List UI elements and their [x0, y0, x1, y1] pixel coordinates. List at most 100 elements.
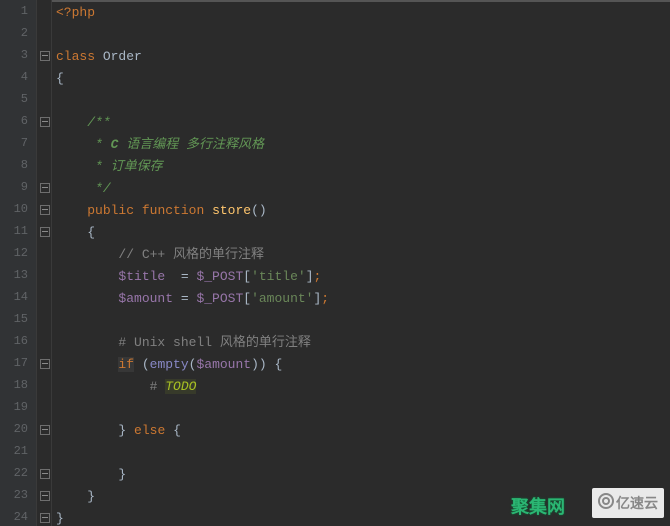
line-number: 18 [0, 374, 28, 396]
code-line: * C 语言编程 多行注释风格 [56, 134, 670, 156]
token-assign: = [173, 291, 196, 306]
code-editor: 123456789101112131415161718192021222324 … [0, 0, 670, 526]
line-number: 9 [0, 176, 28, 198]
code-line: } [56, 486, 670, 508]
fold-marker-icon[interactable] [40, 491, 50, 501]
token-keyword-else: else [134, 423, 165, 438]
token-string: 'amount' [251, 291, 313, 306]
token-comment: // C++ 风格的单行注释 [118, 247, 264, 262]
token-bracket: ] [306, 269, 314, 284]
code-line [56, 398, 670, 420]
line-number: 5 [0, 88, 28, 110]
code-line: $title = $_POST['title']; [56, 266, 670, 288]
fold-marker-icon[interactable] [40, 183, 50, 193]
line-number: 8 [0, 154, 28, 176]
line-number: 21 [0, 440, 28, 462]
token-docblock: */ [87, 181, 110, 196]
token-keyword-class: class [56, 49, 95, 64]
token-string: 'title' [251, 269, 306, 284]
token-brace: { [87, 225, 95, 240]
line-number: 17 [0, 352, 28, 374]
code-line [56, 90, 670, 112]
fold-marker-icon[interactable] [40, 227, 50, 237]
fold-bar [37, 0, 52, 526]
code-area[interactable]: <?php class Order { /** * C 语言编程 多行注释风格 … [52, 0, 670, 526]
code-line: } [56, 508, 670, 526]
fold-marker-icon[interactable] [40, 513, 50, 523]
line-number: 20 [0, 418, 28, 440]
code-line: */ [56, 178, 670, 200]
code-line: if (empty($amount)) { [56, 354, 670, 376]
token-todo: TODO [165, 379, 196, 394]
line-number: 14 [0, 286, 28, 308]
token-semicolon: ; [314, 269, 322, 284]
token-comment: # [150, 379, 166, 394]
code-line: } [56, 464, 670, 486]
fold-marker-icon[interactable] [40, 469, 50, 479]
line-number: 24 [0, 506, 28, 526]
code-line: { [56, 222, 670, 244]
token-parens: () [251, 203, 267, 218]
token-builtin-empty: empty [150, 357, 189, 372]
token-docblock: C [103, 137, 119, 152]
token-bracket: [ [243, 291, 251, 306]
code-line: public function store() [56, 200, 670, 222]
code-line: # Unix shell 风格的单行注释 [56, 332, 670, 354]
token-brace: { [267, 357, 283, 372]
code-line: $amount = $_POST['amount']; [56, 288, 670, 310]
token-bracket: [ [243, 269, 251, 284]
code-line: } else { [56, 420, 670, 442]
fold-marker-icon[interactable] [40, 359, 50, 369]
token-superglobal: $_POST [196, 269, 243, 284]
token-class-name: Order [103, 49, 142, 64]
code-line [56, 24, 670, 46]
token-variable: $title [118, 269, 165, 284]
token-brace: } [118, 423, 126, 438]
token-variable: $amount [196, 357, 251, 372]
token-keyword-if: if [118, 357, 134, 372]
line-number: 12 [0, 242, 28, 264]
token-brace: } [87, 489, 95, 504]
line-number: 1 [0, 0, 28, 22]
line-number: 7 [0, 132, 28, 154]
code-line: /** [56, 112, 670, 134]
line-number: 19 [0, 396, 28, 418]
line-number: 13 [0, 264, 28, 286]
line-number: 4 [0, 66, 28, 88]
code-line: <?php [56, 2, 670, 24]
line-number: 15 [0, 308, 28, 330]
fold-marker-icon[interactable] [40, 425, 50, 435]
fold-marker-icon[interactable] [40, 205, 50, 215]
token-docblock: * [87, 137, 103, 152]
fold-marker-icon[interactable] [40, 117, 50, 127]
token-keyword-function: function [142, 203, 204, 218]
line-number: 11 [0, 220, 28, 242]
fold-marker-icon[interactable] [40, 51, 50, 61]
code-line: * 订单保存 [56, 156, 670, 178]
token-assign: = [165, 269, 196, 284]
code-line: # TODO [56, 376, 670, 398]
token-keyword-public: public [87, 203, 134, 218]
code-line: // C++ 风格的单行注释 [56, 244, 670, 266]
token-function-name: store [212, 203, 251, 218]
token-docblock: /** [87, 115, 110, 130]
line-number-gutter: 123456789101112131415161718192021222324 [0, 0, 37, 526]
line-number: 10 [0, 198, 28, 220]
line-number: 6 [0, 110, 28, 132]
token-paren: )) [251, 357, 267, 372]
token-brace: } [56, 511, 64, 526]
token-semicolon: ; [321, 291, 329, 306]
token-variable: $amount [118, 291, 173, 306]
line-number: 3 [0, 44, 28, 66]
token-brace: { [165, 423, 181, 438]
token-superglobal: $_POST [196, 291, 243, 306]
token-php-open: <?php [56, 5, 95, 20]
line-number: 22 [0, 462, 28, 484]
code-line: { [56, 68, 670, 90]
token-docblock: 语言编程 多行注释风格 [118, 137, 264, 152]
code-line [56, 442, 670, 464]
token-comment: # Unix shell 风格的单行注释 [118, 335, 310, 350]
token-brace: { [56, 71, 64, 86]
token-paren: ( [134, 357, 150, 372]
line-number: 2 [0, 22, 28, 44]
